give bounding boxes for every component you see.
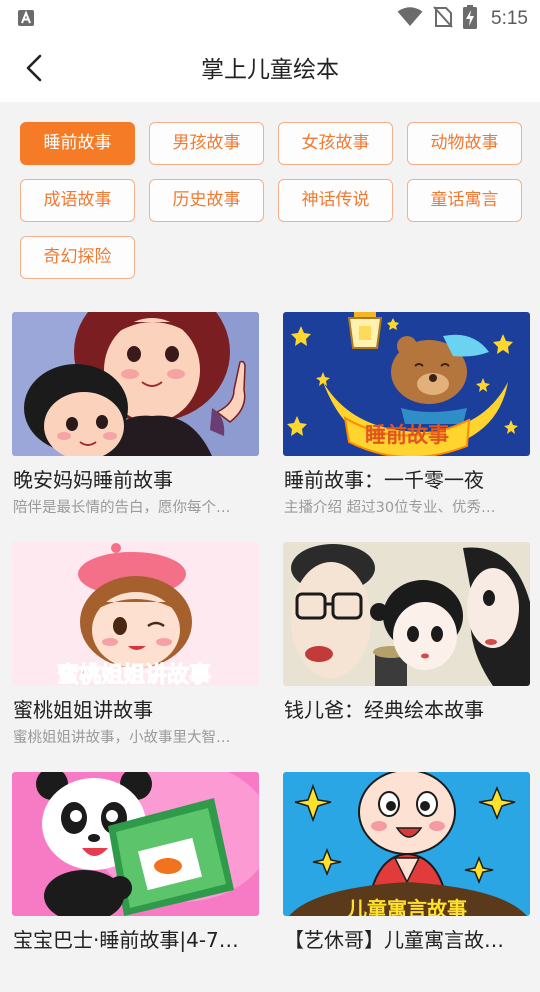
album-cover-image: 蜜桃姐姐讲故事 xyxy=(12,542,259,686)
chip-history-stories[interactable]: 历史故事 xyxy=(149,179,264,222)
cover-caption: 蜜桃姐姐讲故事 xyxy=(57,662,211,686)
chip-fantasy-adventure[interactable]: 奇幻探险 xyxy=(20,236,135,279)
app-bar: 掌上儿童绘本 xyxy=(0,38,540,102)
cover-caption: 儿童寓言故事 xyxy=(346,897,467,916)
album-title: 【艺休哥】儿童寓言故… xyxy=(284,928,504,952)
no-sim-icon xyxy=(433,6,453,32)
chip-girl-stories[interactable]: 女孩故事 xyxy=(278,122,393,165)
album-card[interactable]: 宝宝巴士·睡前故事|4-7… xyxy=(12,772,259,992)
chip-bedtime-stories[interactable]: 睡前故事 xyxy=(20,122,135,165)
chip-fairy-fables[interactable]: 童话寓言 xyxy=(407,179,522,222)
album-cover-image: 儿童寓言故事 xyxy=(283,772,530,916)
status-bar: 5:15 xyxy=(0,0,540,38)
album-card[interactable]: 晚安妈妈睡前故事 陪伴是最长情的告白，愿你每个… xyxy=(12,312,259,532)
album-title: 睡前故事：一千零一夜 xyxy=(284,468,484,492)
album-title: 蜜桃姐姐讲故事 xyxy=(13,698,153,722)
album-title: 晚安妈妈睡前故事 xyxy=(13,468,173,492)
album-card[interactable]: 儿童寓言故事 【艺休哥】儿童寓言故… xyxy=(283,772,530,992)
album-title: 宝宝巴士·睡前故事|4-7… xyxy=(13,928,239,952)
wifi-icon xyxy=(397,7,423,31)
status-time: 5:15 xyxy=(491,8,528,29)
album-cover-image xyxy=(283,542,530,686)
album-description: 陪伴是最长情的告白，愿你每个… xyxy=(13,500,231,516)
album-title: 钱儿爸：经典绘本故事 xyxy=(284,698,484,722)
chip-idiom-stories[interactable]: 成语故事 xyxy=(20,179,135,222)
chip-myths-legends[interactable]: 神话传说 xyxy=(278,179,393,222)
page-title: 掌上儿童绘本 xyxy=(201,57,339,83)
notification-a-icon xyxy=(18,10,34,26)
album-cover-image: 睡前故事 xyxy=(283,312,530,456)
album-description: 主播介绍 超过30位专业、优秀… xyxy=(284,500,496,516)
album-description: 蜜桃姐姐讲故事，小故事里大智… xyxy=(13,730,231,746)
album-card[interactable]: 蜜桃姐姐讲故事 蜜桃姐姐讲故事 蜜桃姐姐讲故事，小故事里大智… xyxy=(12,542,259,762)
chip-animal-stories[interactable]: 动物故事 xyxy=(407,122,522,165)
chip-boy-stories[interactable]: 男孩故事 xyxy=(149,122,264,165)
battery-charging-icon xyxy=(463,5,478,33)
cover-caption: 睡前故事 xyxy=(365,423,449,447)
album-cover-image xyxy=(12,772,259,916)
album-card[interactable]: 睡前故事 睡前故事：一千零一夜 主播介绍 超过30位专业、优秀… xyxy=(283,312,530,532)
album-cover-image xyxy=(12,312,259,456)
album-card[interactable]: 钱儿爸：经典绘本故事 xyxy=(283,542,530,762)
